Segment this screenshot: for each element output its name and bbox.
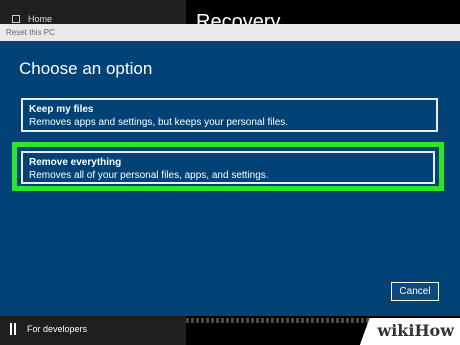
- option-description: Removes apps and settings, but keeps you…: [29, 117, 289, 128]
- remove-everything-option[interactable]: Remove everything Removes all of your pe…: [21, 151, 435, 184]
- option-title: Keep my files: [29, 104, 94, 115]
- sidebar-item-label: For developers: [27, 324, 88, 334]
- dialog-heading: Choose an option: [19, 59, 153, 78]
- sidebar-item-label: Home: [28, 14, 53, 24]
- watermark-text: wikiHow: [377, 321, 454, 340]
- cancel-button[interactable]: Cancel: [391, 282, 439, 301]
- wikihow-watermark: wikiHow: [356, 318, 460, 345]
- sidebar-item-home[interactable]: Home: [12, 14, 52, 24]
- home-icon: [12, 15, 20, 23]
- option-title: Remove everything: [29, 157, 122, 168]
- sidebar-item-for-developers[interactable]: For developers: [10, 323, 87, 335]
- keep-my-files-option[interactable]: Keep my files Removes apps and settings,…: [21, 98, 438, 132]
- highlight-box: Remove everything Removes all of your pe…: [12, 142, 444, 191]
- option-description: Removes all of your personal files, apps…: [29, 170, 269, 181]
- developer-icon: [10, 323, 17, 335]
- dialog-titlebar: Reset this PC: [0, 24, 460, 41]
- reset-dialog: Reset this PC Choose an option Keep my f…: [0, 24, 460, 316]
